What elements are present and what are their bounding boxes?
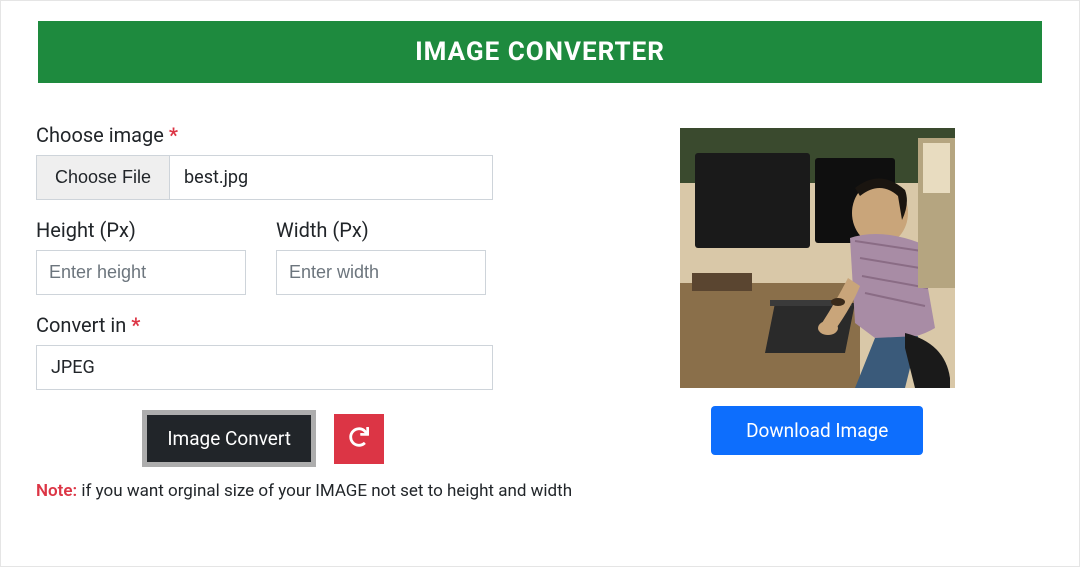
height-group: Height (Px) — [36, 218, 246, 295]
choose-image-group: Choose image * Choose File best.jpg — [36, 123, 560, 200]
form-column: Choose image * Choose File best.jpg Heig… — [36, 123, 590, 467]
width-input[interactable] — [276, 250, 486, 295]
page-title: IMAGE CONVERTER — [38, 21, 1042, 83]
height-input[interactable] — [36, 250, 246, 295]
refresh-icon — [349, 427, 369, 450]
note-text: if you want orginal size of your IMAGE n… — [77, 481, 572, 501]
content-area: Choose image * Choose File best.jpg Heig… — [16, 83, 1064, 467]
required-mark: * — [131, 313, 140, 337]
required-mark: * — [169, 123, 178, 147]
file-input[interactable]: Choose File best.jpg — [36, 155, 493, 200]
choose-image-label: Choose image * — [36, 123, 560, 147]
reset-button[interactable] — [334, 414, 384, 464]
width-group: Width (Px) — [276, 218, 486, 295]
dimensions-row: Height (Px) Width (Px) — [36, 218, 560, 295]
file-name-display: best.jpg — [170, 156, 492, 199]
app-container: IMAGE CONVERTER Choose image * Choose Fi… — [0, 0, 1080, 567]
action-button-row: Image Convert — [36, 410, 560, 467]
note-row: Note: if you want orginal size of your I… — [16, 481, 1064, 501]
choose-image-label-text: Choose image — [36, 123, 164, 147]
image-convert-button[interactable]: Image Convert — [142, 410, 316, 467]
convert-in-label-text: Convert in — [36, 313, 126, 337]
convert-format-select[interactable]: JPEG — [36, 345, 493, 390]
preview-column: Download Image — [590, 123, 1044, 467]
width-label: Width (Px) — [276, 218, 486, 242]
download-image-button[interactable]: Download Image — [711, 406, 923, 455]
choose-file-button[interactable]: Choose File — [37, 156, 170, 199]
convert-format-selected: JPEG — [51, 357, 95, 378]
height-label: Height (Px) — [36, 218, 246, 242]
image-preview — [680, 128, 955, 388]
note-label: Note: — [36, 481, 77, 501]
convert-in-label: Convert in * — [36, 313, 560, 337]
convert-in-group: Convert in * JPEG — [36, 313, 560, 390]
